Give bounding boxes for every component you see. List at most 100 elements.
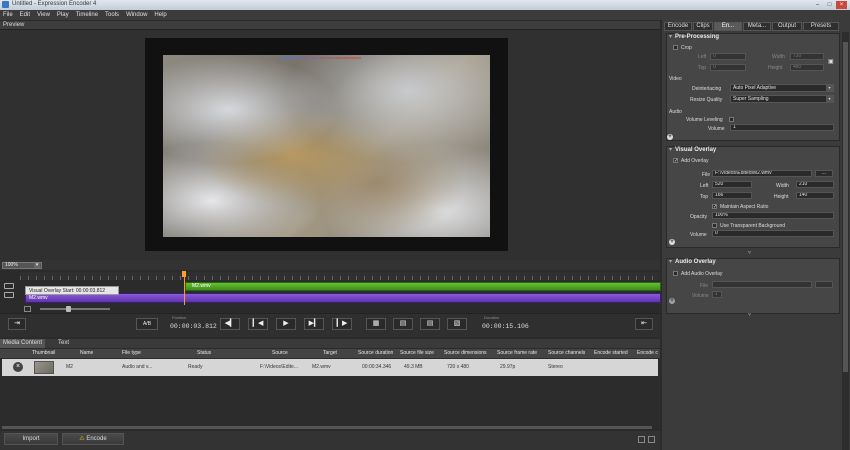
lock-icon[interactable]: ▣ — [828, 58, 834, 65]
mark-in-button[interactable]: ⇥ — [8, 318, 26, 330]
overlay-left-field[interactable]: 520 — [712, 181, 752, 188]
import-button[interactable]: Import — [4, 433, 58, 445]
ab-button[interactable]: A/B — [136, 318, 158, 330]
add-icon[interactable]: + — [669, 239, 675, 245]
overlay-top-field[interactable]: 166 — [712, 192, 752, 199]
remove-item-icon[interactable]: × — [13, 362, 23, 372]
menu-view[interactable]: View — [37, 12, 50, 18]
split-button[interactable]: ▦ — [366, 318, 386, 330]
audio-volume-field[interactable]: 1 — [730, 124, 834, 131]
overlay-volume-field[interactable]: 0 — [712, 230, 834, 237]
encode-button[interactable]: ⚠ Encode — [62, 433, 124, 445]
insert-button[interactable]: ▤ — [393, 318, 413, 330]
video-preview[interactable] — [163, 55, 490, 237]
overlay-file-field[interactable]: F:\Videos\Edited\M2.wmv — [712, 170, 812, 177]
right-scroll-thumb[interactable] — [843, 42, 848, 372]
film-strip-icon: ▤ — [426, 320, 434, 327]
remove-button[interactable]: ▤ — [420, 318, 440, 330]
col-source-frame-rate[interactable]: Source frame rate — [497, 350, 544, 356]
position-time[interactable]: 00:00:03.812 — [170, 323, 217, 330]
col-target[interactable]: Target — [323, 350, 337, 356]
browse-button[interactable]: ... — [815, 170, 833, 177]
col-source[interactable]: Source — [272, 350, 288, 356]
col-status[interactable]: Status — [197, 350, 211, 356]
skip-end-button[interactable]: ▎▶ — [332, 318, 352, 330]
chevron-down-icon[interactable]: ▾ — [669, 33, 672, 40]
overlay-width-field[interactable]: 210 — [796, 181, 834, 188]
tab-clips[interactable]: Clips — [693, 22, 713, 31]
mark-out-button[interactable]: ⇤ — [635, 318, 653, 330]
step-back-button[interactable]: ▎◀ — [248, 318, 268, 330]
col-source-size[interactable]: Source file size — [400, 350, 441, 356]
menu-help[interactable]: Help — [154, 12, 166, 18]
audio-overlay-volume-field[interactable]: 1 — [712, 291, 722, 298]
add-icon[interactable]: + — [669, 298, 675, 304]
list-view-icon[interactable] — [648, 436, 655, 443]
tab-output[interactable]: Output — [772, 22, 802, 31]
skip-start-button[interactable]: ◀▎ — [220, 318, 240, 330]
minimize-icon[interactable]: – — [812, 1, 823, 9]
timeline-zoom-slider[interactable] — [40, 308, 110, 310]
menu-bar: File Edit View Play Timeline Tools Windo… — [0, 10, 850, 20]
chevron-down-icon[interactable]: ▾ — [669, 146, 672, 153]
menu-window[interactable]: Window — [126, 12, 147, 18]
close-icon[interactable]: × — [836, 1, 847, 9]
timeline-zoom-thumb[interactable] — [66, 306, 71, 312]
fit-icon[interactable] — [24, 306, 31, 312]
cell-target: M2.wmv — [312, 364, 331, 370]
chevron-down-icon[interactable]: ▾ — [669, 258, 672, 265]
col-source-duration[interactable]: Source duration — [358, 350, 398, 356]
horizontal-scrollbar[interactable] — [2, 426, 652, 429]
opacity-field[interactable]: 100% — [712, 212, 834, 219]
crop-width-field[interactable]: 720 — [790, 53, 824, 60]
maximize-icon[interactable]: □ — [824, 1, 835, 9]
tab-enhance[interactable]: En... — [714, 22, 742, 31]
crop-top-field[interactable]: 0 — [710, 64, 746, 71]
audio-overlay-file-field[interactable] — [712, 281, 812, 288]
col-name[interactable]: Name — [80, 350, 93, 356]
crop-left-field[interactable]: 0 — [710, 53, 746, 60]
deinterlacing-select[interactable]: Auto Pixel Adaptive ▾ — [730, 84, 834, 92]
tab-encode[interactable]: Encode — [664, 22, 692, 31]
menu-edit[interactable]: Edit — [20, 12, 30, 18]
trim-button[interactable]: ▧ — [447, 318, 467, 330]
menu-timeline[interactable]: Timeline — [76, 12, 98, 18]
play-button[interactable]: ▶ — [276, 318, 296, 330]
crop-height-field[interactable]: 480 — [790, 64, 824, 71]
menu-tools[interactable]: Tools — [105, 12, 119, 18]
audio-overlay-browse-button[interactable] — [815, 281, 833, 288]
overlay-clip[interactable]: M2.wmv — [185, 282, 661, 291]
menu-play[interactable]: Play — [57, 12, 69, 18]
right-scrollbar[interactable] — [842, 32, 849, 450]
maintain-aspect-checkbox[interactable]: ✓ — [712, 204, 717, 210]
chevron-down-icon[interactable]: ▿ — [748, 311, 751, 318]
col-source-dimensions[interactable]: Source dimensions — [444, 350, 494, 356]
tab-presets[interactable]: Presets — [803, 22, 839, 31]
step-forward-button[interactable]: ▶▎ — [304, 318, 324, 330]
col-source-channels[interactable]: Source channels — [548, 350, 592, 356]
tab-text[interactable]: Text — [55, 339, 72, 348]
overlay-height-field[interactable]: 140 — [796, 192, 834, 199]
transparent-bg-checkbox[interactable] — [712, 223, 717, 228]
tab-media-content[interactable]: Media Content — [0, 339, 46, 348]
add-audio-overlay-checkbox[interactable] — [673, 271, 678, 276]
main-clip[interactable]: M2.wmv — [25, 293, 661, 303]
zoom-select[interactable]: 100% ▾ — [2, 262, 42, 269]
col-thumbnail[interactable]: Thumbnail — [32, 350, 55, 356]
add-overlay-checkbox[interactable]: ✓ — [673, 158, 678, 164]
menu-file[interactable]: File — [3, 12, 13, 18]
step-forward-icon: ▶▎ — [308, 320, 320, 327]
zoom-value: 100% — [5, 262, 18, 268]
resize-quality-select[interactable]: Super Sampling ▾ — [730, 95, 834, 103]
tab-metadata[interactable]: Meta... — [743, 22, 771, 31]
add-icon[interactable]: + — [667, 134, 673, 140]
col-file-type[interactable]: File type — [122, 350, 141, 356]
col-encode-completed[interactable]: Encode c — [637, 350, 659, 356]
playhead[interactable] — [182, 271, 186, 305]
grid-view-icon[interactable] — [638, 436, 645, 443]
chevron-down-icon[interactable]: ▿ — [748, 249, 751, 256]
volume-leveling-checkbox[interactable] — [729, 117, 734, 122]
col-encode-started[interactable]: Encode started — [594, 350, 634, 356]
crop-checkbox[interactable] — [673, 45, 678, 50]
timeline-ruler[interactable] — [20, 272, 660, 280]
